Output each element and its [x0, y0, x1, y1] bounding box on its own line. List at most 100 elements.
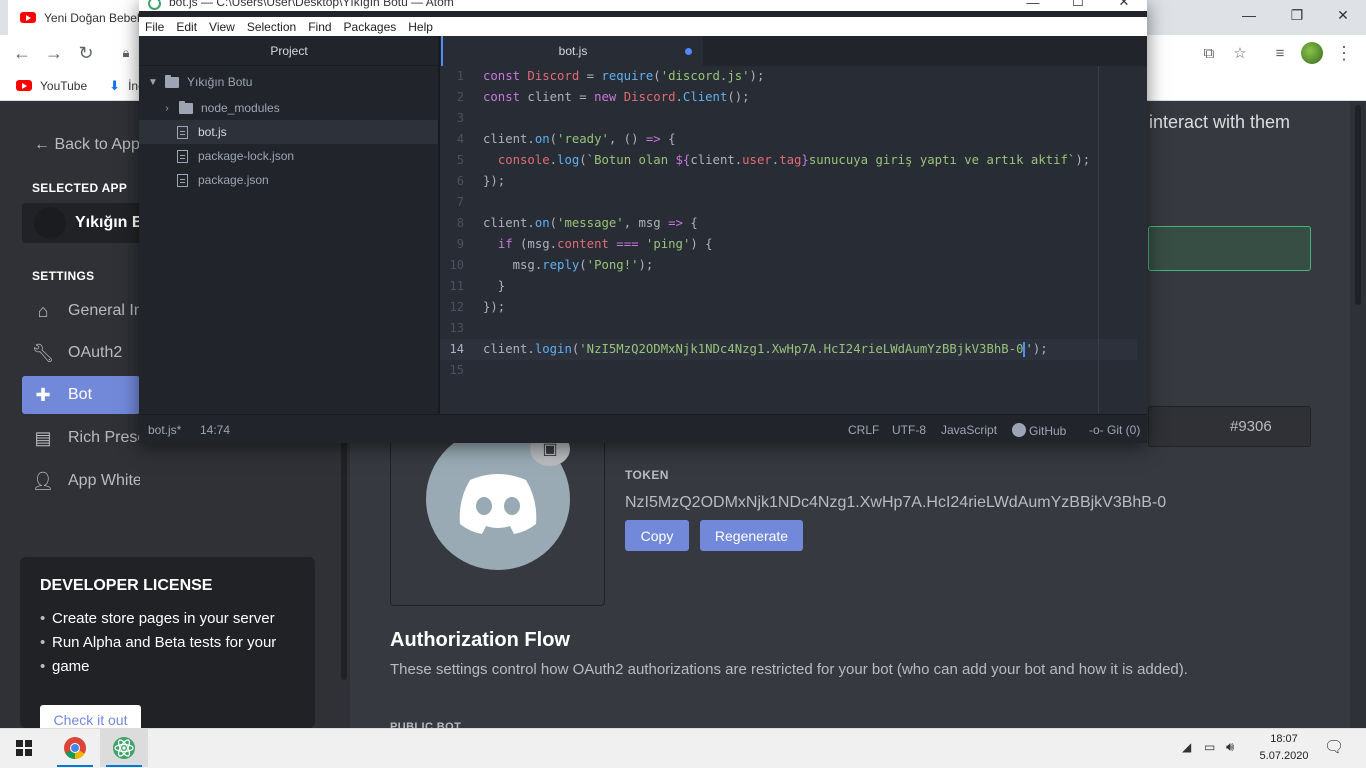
code-line[interactable]: console.log(`Botun olan ${client.user.ta… [483, 150, 1090, 171]
code-line[interactable]: msg.reply('Pong!'); [483, 255, 654, 276]
nav-label: General In [68, 302, 140, 319]
code-line[interactable]: }); [483, 297, 505, 318]
license-item: Create store pages in your server [40, 607, 295, 631]
tree-item-node-modules[interactable]: › node_modules [139, 96, 439, 120]
network-icon[interactable]: ◢ [1182, 740, 1191, 754]
regenerate-button[interactable]: Regenerate [700, 520, 803, 551]
profile-avatar[interactable] [1301, 42, 1323, 64]
code-line[interactable]: const client = new Discord.Client(); [483, 87, 750, 108]
page-scroll-thumb[interactable] [1355, 105, 1361, 305]
code-token: sunucuya giriş yaptı ve artık aktif` [808, 153, 1076, 167]
back-arrow-icon[interactable]: ← [8, 39, 36, 67]
menu-selection[interactable]: Selection [247, 20, 296, 34]
tab-bot-js[interactable]: bot.js [441, 36, 703, 66]
code-line[interactable]: client.on('message', msg => { [483, 213, 698, 234]
developer-license-card: DEVELOPER LICENSE Create store pages in … [20, 557, 315, 728]
line-number: 8 [456, 216, 464, 230]
nav-oauth2[interactable]: 🔧︎ OAuth2 [22, 334, 140, 372]
battery-icon[interactable]: ▭ [1204, 740, 1215, 754]
code-line[interactable]: client.on('ready', () => { [483, 129, 676, 150]
browser-minimize-button[interactable]: — [1226, 0, 1272, 30]
status-cursor[interactable]: 14:74 [200, 423, 230, 437]
menu-help[interactable]: Help [408, 20, 433, 34]
chrome-taskbar-icon[interactable] [51, 729, 99, 767]
atom-close-button[interactable]: ✕ [1101, 0, 1147, 11]
code-line[interactable]: const Discord = require('discord.js'); [483, 66, 764, 87]
tree-item-package-json[interactable]: package.json [139, 168, 439, 192]
nav-app-whitelist[interactable]: 👤︎ App Whitelist [22, 462, 140, 500]
status-encoding[interactable]: UTF-8 [892, 423, 926, 437]
browser-tab[interactable]: Yeni Doğan Bebek [8, 0, 148, 35]
nav-bot[interactable]: ✚ Bot [22, 376, 140, 414]
media-queue-icon[interactable]: ≡ [1266, 39, 1294, 67]
bookmark-star-icon[interactable]: ☆ [1226, 39, 1254, 67]
bookmark-youtube[interactable]: YouTube [16, 79, 87, 93]
tree-item-label: package-lock.json [198, 149, 295, 163]
code-token: ( [549, 216, 558, 230]
menu-edit[interactable]: Edit [176, 20, 197, 34]
code-token: Discord [623, 90, 676, 104]
git-commit-icon: -o- [1089, 423, 1104, 437]
token-label: TOKEN [625, 468, 669, 482]
status-git[interactable]: -o- Git (0) [1089, 423, 1140, 437]
atom-taskbar-icon[interactable] [100, 729, 148, 767]
developer-license-title: DEVELOPER LICENSE [40, 577, 213, 594]
code-token: => [645, 132, 661, 146]
active-indicator [106, 765, 142, 767]
clock-time[interactable]: 18:07 [1264, 733, 1304, 745]
code-line[interactable]: } [483, 276, 505, 297]
code-token: (msg. [520, 237, 558, 251]
lock-icon[interactable]: 🔒︎ [112, 39, 140, 67]
menu-view[interactable]: View [209, 20, 235, 34]
code-token: { [682, 216, 698, 230]
reload-icon[interactable]: ↻ [72, 39, 100, 67]
code-line[interactable]: }); [483, 171, 505, 192]
code-token: client. [483, 216, 535, 230]
status-line-ending[interactable]: CRLF [848, 423, 879, 437]
code-line[interactable]: client.login('NzI5MzQ2ODMxNjk1NDc4Nzg1.X… [483, 339, 1048, 360]
browser-menu-icon[interactable]: ⋮ [1330, 39, 1358, 67]
code-token: client = [527, 90, 595, 104]
status-grammar[interactable]: JavaScript [941, 423, 997, 437]
tree-item-label: node_modules [201, 101, 280, 115]
project-tree-header[interactable]: Project [139, 36, 439, 66]
code-token: 'message' [557, 216, 624, 230]
browser-maximize-button[interactable]: ❐ [1274, 0, 1320, 30]
code-token: ); [1032, 342, 1048, 356]
code-token: Discord [527, 69, 580, 83]
code-token: on [534, 132, 550, 146]
tree-item-package-lock[interactable]: package-lock.json [139, 144, 439, 168]
windows-start-icon[interactable] [0, 729, 48, 767]
clock-date[interactable]: 5.07.2020 [1253, 750, 1315, 762]
code-token: 'ready' [557, 132, 609, 146]
code-token: }); [483, 300, 506, 314]
nav-general-information[interactable]: ⌂ General In [22, 292, 140, 330]
tree-root-folder[interactable]: ▼ Yıkığın Botu [139, 70, 439, 94]
status-github[interactable]: GitHub [1012, 423, 1066, 438]
atom-maximize-button[interactable]: ☐ [1055, 0, 1101, 11]
code-line[interactable]: if (msg.content === 'ping') { [483, 234, 713, 255]
sidebar-scrollbar[interactable] [341, 420, 347, 680]
status-file[interactable]: bot.js* [148, 423, 181, 437]
menu-file[interactable]: File [145, 20, 164, 34]
code-token: Client [682, 90, 728, 104]
tab-label: bot.js [558, 44, 588, 58]
nav-rich-presence[interactable]: ▤ Rich Prese [22, 419, 140, 457]
browser-close-button[interactable]: ✕ [1320, 0, 1366, 30]
volume-icon[interactable]: 🔊︎ [1226, 739, 1234, 755]
copy-button[interactable]: Copy [625, 520, 689, 551]
back-to-applications-link[interactable]: ← Back to Appli [34, 136, 147, 154]
menu-packages[interactable]: Packages [344, 20, 397, 34]
code-token: console [497, 153, 550, 167]
youtube-icon [16, 80, 32, 91]
forward-arrow-icon[interactable]: → [40, 39, 68, 67]
menu-find[interactable]: Find [308, 20, 331, 34]
atom-minimize-button[interactable]: — [1010, 0, 1056, 11]
translate-icon[interactable]: ⧉ [1195, 39, 1223, 67]
code-token: ( [579, 153, 587, 167]
tree-item-bot-js[interactable]: bot.js [139, 120, 439, 144]
user-icon: 👤︎ [31, 470, 55, 491]
notifications-icon[interactable]: 🗨︎ [1324, 737, 1344, 757]
modified-indicator-icon[interactable] [685, 48, 692, 55]
